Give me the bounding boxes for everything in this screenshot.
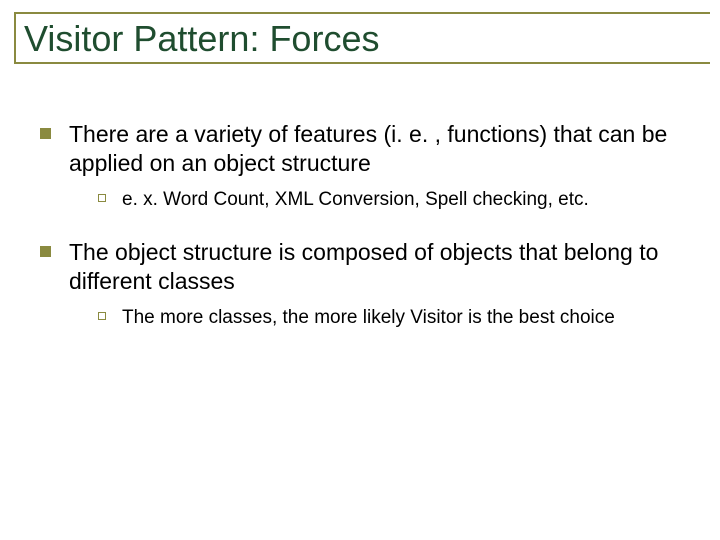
list-item-text: There are a variety of features (i. e. ,… bbox=[69, 120, 680, 178]
list-item-text: The object structure is composed of obje… bbox=[69, 238, 680, 296]
list-subitem-text: The more classes, the more likely Visito… bbox=[122, 306, 615, 331]
square-outline-bullet-icon bbox=[98, 312, 106, 320]
slide-body: There are a variety of features (i. e. ,… bbox=[40, 120, 680, 356]
rule-top bbox=[14, 12, 710, 14]
page-title: Visitor Pattern: Forces bbox=[24, 18, 385, 60]
list-subitem: e. x. Word Count, XML Conversion, Spell … bbox=[98, 188, 680, 213]
rule-under-title bbox=[14, 62, 710, 64]
square-outline-bullet-icon bbox=[98, 194, 106, 202]
list-subitem-text: e. x. Word Count, XML Conversion, Spell … bbox=[122, 188, 589, 213]
list-item: There are a variety of features (i. e. ,… bbox=[40, 120, 680, 178]
list-item: The object structure is composed of obje… bbox=[40, 238, 680, 296]
list-subitem: The more classes, the more likely Visito… bbox=[98, 306, 680, 331]
rule-left bbox=[14, 12, 16, 62]
square-bullet-icon bbox=[40, 128, 51, 139]
square-bullet-icon bbox=[40, 246, 51, 257]
